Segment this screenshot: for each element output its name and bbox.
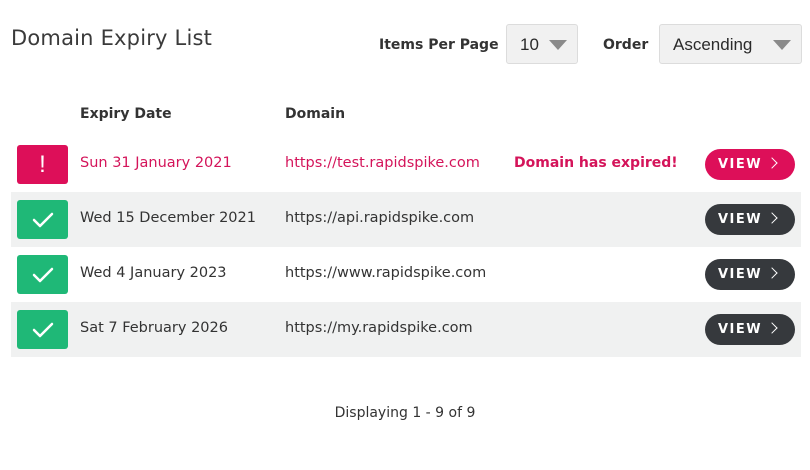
table-row: Sat 7 February 2026 https://my.rapidspik… (11, 302, 801, 357)
status-badge-ok (17, 200, 68, 239)
status-badge-expired: ! (17, 145, 68, 184)
view-button-label: VIEW (718, 322, 763, 337)
items-per-page-value: 10 (520, 35, 539, 54)
order-label: Order (603, 37, 649, 53)
chevron-down-icon (549, 40, 567, 50)
chevron-right-icon (766, 322, 778, 334)
expiry-date: Wed 4 January 2023 (80, 265, 227, 281)
view-button[interactable]: VIEW (705, 149, 795, 180)
expired-message: Domain has expired! (514, 155, 678, 171)
checkmark-icon (32, 212, 53, 227)
view-button-label: VIEW (718, 267, 763, 282)
items-per-page-label: Items Per Page (379, 37, 499, 53)
status-badge-ok (17, 310, 68, 349)
status-badge-ok (17, 255, 68, 294)
items-per-page-select[interactable]: 10 (506, 24, 578, 64)
checkmark-icon (32, 322, 53, 337)
exclamation-icon: ! (39, 150, 46, 178)
chevron-right-icon (766, 157, 778, 169)
expiry-date: Sun 31 January 2021 (80, 155, 232, 171)
table-row: Wed 4 January 2023 https://www.rapidspik… (11, 247, 801, 302)
order-select[interactable]: Ascending (659, 24, 802, 64)
view-button-label: VIEW (718, 157, 763, 172)
view-button[interactable]: VIEW (705, 204, 795, 235)
domain-url: https://api.rapidspike.com (285, 210, 475, 226)
chevron-down-icon (773, 40, 791, 50)
table-row: ! Sun 31 January 2021 https://test.rapid… (11, 137, 801, 192)
expiry-date: Wed 15 December 2021 (80, 210, 256, 226)
expiry-date: Sat 7 February 2026 (80, 320, 228, 336)
domain-url: https://test.rapidspike.com (285, 155, 480, 171)
column-header-domain: Domain (285, 106, 346, 122)
domain-url: https://my.rapidspike.com (285, 320, 473, 336)
view-button-label: VIEW (718, 212, 763, 227)
table-row: Wed 15 December 2021 https://api.rapidsp… (11, 192, 801, 247)
domain-url: https://www.rapidspike.com (285, 265, 487, 281)
view-button[interactable]: VIEW (705, 314, 795, 345)
chevron-right-icon (766, 212, 778, 224)
view-button[interactable]: VIEW (705, 259, 795, 290)
checkmark-icon (32, 267, 53, 282)
domain-table: ! Sun 31 January 2021 https://test.rapid… (11, 137, 801, 357)
column-header-expiry-date: Expiry Date (80, 106, 172, 122)
page-title: Domain Expiry List (11, 26, 213, 50)
chevron-right-icon (766, 267, 778, 279)
pagination-text: Displaying 1 - 9 of 9 (334, 405, 476, 421)
order-value: Ascending (673, 35, 753, 54)
